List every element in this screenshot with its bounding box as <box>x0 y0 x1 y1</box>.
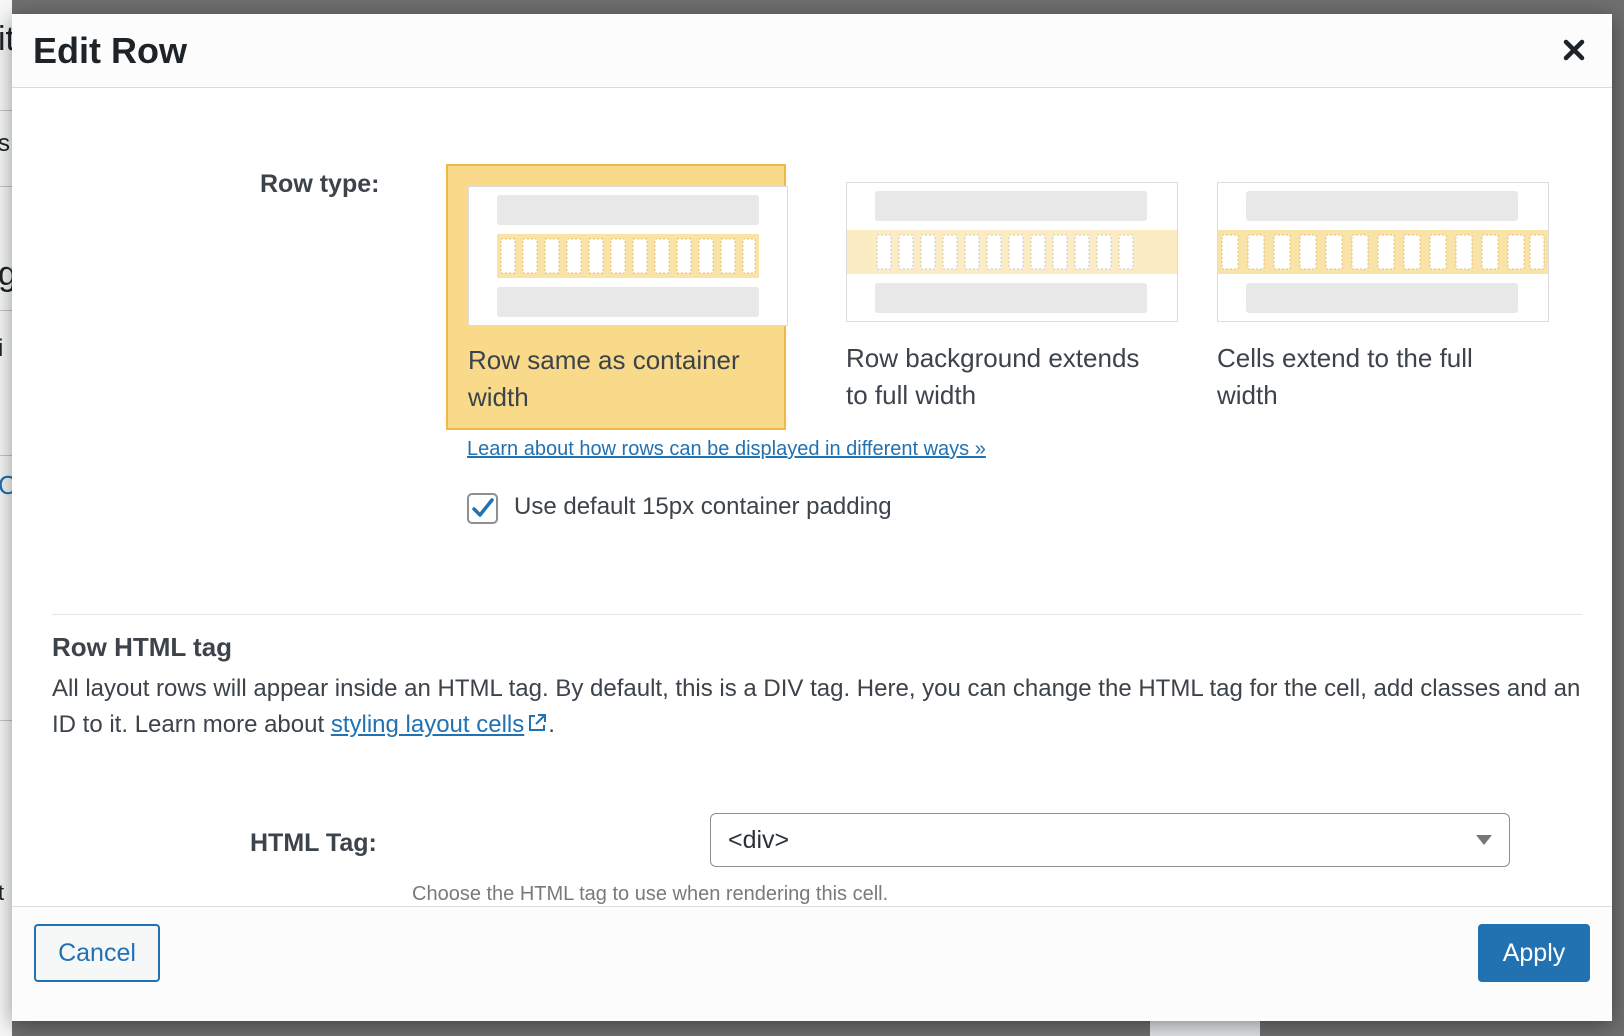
section-divider <box>52 614 1582 615</box>
row-html-tag-description: All layout rows will appear inside an HT… <box>52 671 1592 743</box>
padding-checkbox[interactable] <box>467 493 498 524</box>
dropdown-arrow-icon <box>1476 835 1492 845</box>
background-divider <box>0 110 12 111</box>
checkmark-icon <box>472 498 494 517</box>
background-text-fragment: t <box>0 880 5 905</box>
html-tag-select[interactable]: <div> <box>710 813 1510 867</box>
cancel-button[interactable]: Cancel <box>34 924 160 982</box>
row-type-thumbnail <box>468 186 788 326</box>
apply-button[interactable]: Apply <box>1478 924 1590 982</box>
html-tag-selected-value: <div> <box>728 826 790 854</box>
row-type-option-caption: Row same as container width <box>468 345 740 412</box>
close-button[interactable] <box>1558 34 1590 66</box>
dialog-header: Edit Row <box>12 14 1612 88</box>
padding-checkbox-label[interactable]: Use default 15px container padding <box>514 493 892 521</box>
background-toolbar-fragment <box>1150 1020 1260 1036</box>
html-tag-label: HTML Tag: <box>250 829 377 857</box>
styling-layout-cells-link[interactable]: styling layout cells <box>331 711 548 738</box>
styling-link-text: styling layout cells <box>330 711 525 738</box>
dialog-title: Edit Row <box>33 30 187 71</box>
row-type-option-cells-full-width[interactable]: Cells extend to the full width <box>1203 164 1549 430</box>
row-type-thumbnail <box>846 182 1178 322</box>
layout-cells-full-width-icon <box>1218 191 1548 313</box>
row-html-tag-heading: Row HTML tag <box>52 632 233 662</box>
row-type-thumbnail <box>1217 182 1549 322</box>
background-text-fragment: s <box>0 130 10 157</box>
row-type-label: Row type: <box>260 170 380 198</box>
external-link-icon <box>529 714 547 731</box>
row-type-option-caption: Cells extend to the full width <box>1217 343 1473 410</box>
close-icon <box>1563 39 1585 61</box>
layout-container-width-icon <box>497 195 759 317</box>
background-divider <box>0 720 12 721</box>
background-text-fragment: i <box>0 335 4 362</box>
row-type-option-background-full-width[interactable]: Row background extends to full width <box>832 164 1178 430</box>
row-type-option-caption: Row background extends to full width <box>846 343 1140 410</box>
learn-row-display-link[interactable]: Learn about how rows can be displayed in… <box>467 438 986 461</box>
background-divider <box>0 186 12 187</box>
dialog-footer: Cancel Apply <box>12 906 1612 1021</box>
background-divider <box>0 455 12 456</box>
edit-row-dialog: Edit Row Row type: Row same as container… <box>12 14 1612 1021</box>
background-divider <box>0 310 12 311</box>
html-tag-help-text: Choose the HTML tag to use when renderin… <box>412 883 889 905</box>
dialog-body: Row type: Row same as container width Ro… <box>12 88 1612 907</box>
background-app: it s g i C t <box>0 0 17 1036</box>
layout-background-full-width-icon <box>847 191 1177 313</box>
description-text: All layout rows will appear inside an HT… <box>52 675 1581 738</box>
description-text-end: . <box>548 711 555 738</box>
row-type-option-container-width[interactable]: Row same as container width <box>446 164 788 430</box>
